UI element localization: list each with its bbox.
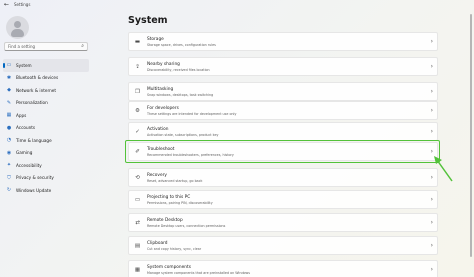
controller-icon: ◉ (6, 149, 12, 156)
sidebar-item-time-language[interactable]: ◔ Time & language (3, 134, 89, 147)
card-title: Activation (147, 126, 169, 132)
apps-icon: ▦ (6, 112, 12, 119)
sidebar-item-label: System (16, 62, 32, 68)
card-subtitle: Permissions, pairing PIN, discoverabilit… (147, 201, 213, 205)
avatar-head (14, 21, 21, 28)
settings-card-recovery[interactable]: ⟲ Recovery Reset, advanced startup, go bac… (128, 168, 438, 187)
settings-card-nearby-sharing[interactable]: ⇪ Nearby sharing Discoverability, received… (128, 57, 438, 76)
sidebar-item-privacy-security[interactable]: ⛉ Privacy & security (3, 172, 89, 185)
card-subtitle: Activation state, subscriptions, product… (147, 133, 219, 137)
card-subtitle: Reset, advanced startup, go back (147, 179, 203, 183)
network-icon: ◆ (7, 87, 11, 94)
page-title: System (128, 15, 168, 26)
chevron-right-icon: › (430, 128, 433, 135)
sidebar-item-label: Personalization (16, 100, 48, 106)
sidebar-item-label: Bluetooth & devices (16, 75, 59, 81)
scrollbar[interactable] (470, 14, 472, 257)
sidebar-item-gaming[interactable]: ◉ Gaming (3, 147, 89, 160)
chevron-right-icon: › (430, 219, 433, 226)
sidebar-item-label: Privacy & security (16, 175, 54, 181)
settings-card-multitasking[interactable]: ❐ Multitasking Snap windows, desktops, tas… (128, 82, 438, 101)
card-title: Recovery (147, 172, 167, 178)
projector-icon: ▭ (134, 197, 141, 203)
chevron-right-icon: › (430, 266, 433, 273)
card-title: Multitasking (147, 86, 174, 92)
card-title: System components (147, 264, 191, 270)
card-subtitle: Cut and copy history, sync, clear (147, 247, 202, 251)
troubleshoot-highlight-box (125, 140, 440, 163)
user-avatar[interactable] (6, 16, 29, 39)
sidebar-item-label: Apps (16, 112, 27, 118)
sidebar-item-label: Gaming (16, 150, 33, 156)
storage-icon: ▬ (134, 39, 141, 45)
sidebar-item-label: Network & internet (16, 87, 56, 93)
share-icon: ⇪ (135, 64, 140, 70)
card-subtitle: These settings are intended for developm… (147, 112, 237, 116)
card-subtitle: Storage space, drives, configuration rul… (147, 43, 216, 47)
update-icon: ↻ (6, 187, 12, 194)
clipboard-icon: ▤ (134, 243, 141, 249)
card-subtitle: Snap windows, desktops, task switching (147, 93, 214, 97)
settings-card-projecting-to-this-pc[interactable]: ▭ Projecting to this PC Permissions, pairi… (128, 190, 438, 209)
accessibility-icon: ✦ (6, 162, 12, 169)
title-bar: ← Settings (0, 0, 474, 10)
brush-icon: ✎ (6, 99, 12, 106)
monitor-icon: ▭ (6, 62, 12, 69)
search-icon[interactable]: ⌕ (81, 42, 84, 51)
sidebar-item-windows-update[interactable]: ↻ Windows Update (3, 184, 89, 197)
sidebar-item-label: Time & language (16, 137, 52, 143)
chevron-right-icon: › (430, 38, 433, 45)
settings-card-remote-desktop[interactable]: ⇄ Remote Desktop Remote Desktop users, con… (128, 213, 438, 232)
sidebar-item-accounts[interactable]: ● Accounts (3, 122, 89, 135)
bluetooth-icon: ✱ (6, 74, 12, 81)
sidebar-nav: ▭ System ✱ Bluetooth & devices ◆ Network & in… (3, 59, 89, 197)
arrow-line (436, 159, 453, 182)
card-title: Storage (147, 36, 164, 42)
sidebar-item-accessibility[interactable]: ✦ Accessibility (3, 159, 89, 172)
shield-icon: ⛉ (7, 174, 11, 181)
sidebar-item-network-internet[interactable]: ◆ Network & internet (3, 84, 89, 97)
card-title: Nearby sharing (147, 61, 180, 67)
sidebar-item-personalization[interactable]: ✎ Personalization (3, 97, 89, 110)
activation-icon: ✓ (135, 129, 140, 135)
person-icon: ● (6, 124, 12, 131)
sidebar-item-system[interactable]: ▭ System (3, 59, 89, 72)
app-title: Settings (14, 2, 31, 7)
card-title: Remote Desktop (147, 217, 183, 223)
chevron-right-icon: › (430, 174, 433, 181)
card-subtitle: Remote Desktop users, connection permiss… (147, 224, 226, 228)
card-subtitle: Discoverability, received files location (147, 68, 210, 72)
card-title: Projecting to this PC (147, 194, 191, 200)
search-placeholder: Find a setting (8, 44, 36, 49)
back-button[interactable]: ← (4, 0, 9, 10)
chevron-right-icon: › (430, 242, 433, 249)
avatar-body (11, 29, 24, 37)
card-title: For developers (147, 105, 179, 111)
settings-card-activation[interactable]: ✓ Activation Activation state, subscriptio… (128, 122, 438, 141)
sidebar-item-apps[interactable]: ▦ Apps (3, 109, 89, 122)
card-subtitle: Manage system components that are preins… (147, 271, 250, 275)
chevron-right-icon: › (430, 107, 433, 114)
chevron-right-icon: › (430, 196, 433, 203)
settings-card-for-developers[interactable]: ⚙ For developers These settings are intend… (128, 101, 438, 120)
globe-clock-icon: ◔ (6, 137, 12, 144)
multitask-icon: ❐ (135, 89, 140, 95)
search-input[interactable]: Find a setting ⌕ (4, 42, 88, 51)
developer-icon: ⚙ (135, 108, 140, 114)
chevron-right-icon: › (430, 63, 433, 70)
card-title: Clipboard (147, 240, 168, 246)
sidebar: Find a setting ⌕ ▭ System ✱ Bluetooth & dev… (0, 10, 92, 277)
sidebar-item-label: Accounts (16, 125, 36, 131)
sidebar-item-label: Windows Update (16, 187, 52, 193)
settings-card-clipboard[interactable]: ▤ Clipboard Cut and copy history, sync, cl… (128, 236, 438, 255)
sidebar-item-label: Accessibility (16, 162, 42, 168)
settings-card-system-components[interactable]: ▦ System components Manage system componen… (128, 260, 438, 277)
sidebar-item-bluetooth-devices[interactable]: ✱ Bluetooth & devices (3, 72, 89, 85)
chevron-right-icon: › (430, 88, 433, 95)
remote-desktop-icon: ⇄ (135, 220, 140, 226)
settings-card-storage[interactable]: ▬ Storage Storage space, drives, configura… (128, 32, 438, 51)
components-icon: ▦ (134, 267, 141, 273)
recovery-icon: ⟲ (135, 175, 140, 181)
